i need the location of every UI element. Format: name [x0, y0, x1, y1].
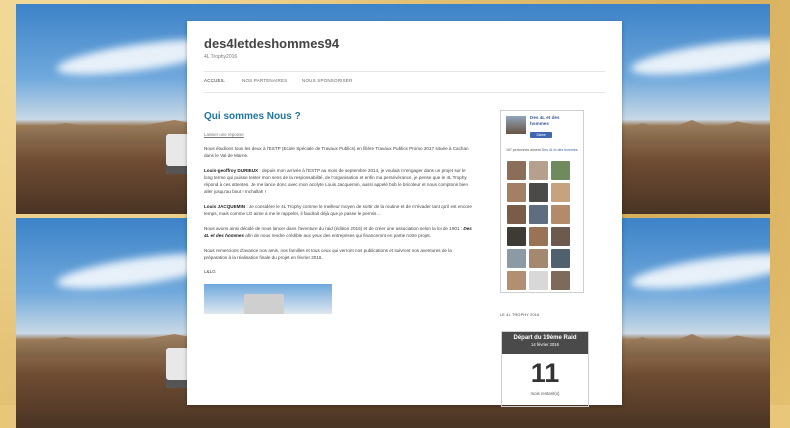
site-title[interactable]: des4letdeshommes94 [204, 36, 339, 51]
like-count-text: 167 personnes aiment [506, 148, 541, 152]
countdown-unit: mois restant(s) [530, 391, 560, 396]
facebook-fan-faces [507, 161, 577, 293]
fan-avatar[interactable] [529, 227, 548, 246]
main-navigation: ACCUEIL NOS PARTENAIRES NOUS SPONSORISER [204, 71, 605, 93]
like-count-link[interactable]: Des 4L et des hommes. [542, 148, 579, 152]
fan-avatar[interactable] [551, 183, 570, 202]
reply-link[interactable]: Laisser une réponse [204, 132, 474, 137]
fan-avatar[interactable] [529, 183, 548, 202]
facebook-page-widget: Des 4L et des hommes J'aime 167 personne… [500, 110, 584, 293]
author-text: : Je considère le 4L Trophy comme le mei… [204, 204, 472, 216]
nav-item-partenaires[interactable]: NOS PARTENAIRES [242, 78, 287, 83]
fan-avatar[interactable] [529, 249, 548, 268]
nav-item-accueil[interactable]: ACCUEIL [204, 78, 225, 83]
countdown-header: Départ du 19ème Raid 14 février 2016 [502, 332, 588, 354]
post-paragraph: Nous remercions d'avance nos amis, nos f… [204, 248, 452, 260]
fan-avatar[interactable] [507, 271, 526, 290]
facebook-page-thumbnail[interactable] [506, 116, 526, 134]
fan-avatar[interactable] [507, 249, 526, 268]
post-image [204, 284, 332, 314]
fan-avatar[interactable] [551, 161, 570, 180]
desert-photo-tile [620, 218, 770, 428]
countdown-title: Départ du 19ème Raid [513, 335, 577, 341]
paragraph-text: Nous avons ainsi décidé de nous lancer d… [204, 226, 463, 231]
countdown-value: 11 [530, 358, 560, 388]
fan-avatar[interactable] [507, 227, 526, 246]
fan-avatar[interactable] [529, 161, 548, 180]
post-signature: L&LG [204, 269, 216, 274]
fan-avatar[interactable] [529, 205, 548, 224]
fan-avatar[interactable] [551, 227, 570, 246]
fan-avatar[interactable] [507, 205, 526, 224]
fan-avatar[interactable] [551, 271, 570, 290]
desert-photo-tile [620, 4, 770, 214]
fan-avatar[interactable] [507, 161, 526, 180]
countdown-widget: Départ du 19ème Raid 14 février 2016 11 … [501, 331, 589, 407]
fan-avatar[interactable] [507, 183, 526, 202]
widget-title: LE 4L TROPHY 2016 [500, 313, 540, 317]
facebook-like-count: 167 personnes aiment Des 4L et des homme… [506, 148, 580, 153]
nav-item-sponsoriser[interactable]: NOUS SPONSORISER [302, 78, 352, 83]
post-paragraph: Nous étudions tous les deux à l'ESTP (Ec… [204, 146, 469, 158]
author-name: Louis-geoffroy DURIEUX [204, 168, 259, 173]
post-title[interactable]: Qui sommes Nous ? [204, 111, 474, 122]
countdown-date: 14 février 2016 [531, 342, 559, 347]
facebook-page-name[interactable]: Des 4L et des hommes [530, 115, 578, 126]
blog-page: des4letdeshommes94 4L Trophy2016 ACCUEIL… [187, 21, 622, 407]
fan-avatar[interactable] [551, 205, 570, 224]
post-paragraph: Louis JACQUEMIN : Je considère le 4L Tro… [204, 203, 474, 217]
fan-avatar[interactable] [529, 271, 548, 290]
fan-avatar[interactable] [551, 249, 570, 268]
paragraph-text: afin de nous rendre crédible aux yeux de… [245, 233, 431, 238]
facebook-like-button[interactable]: J'aime [530, 132, 552, 138]
site-tagline: 4L Trophy2016 [204, 54, 238, 60]
post-content: Qui sommes Nous ? Laisser une réponse No… [204, 111, 474, 314]
post-paragraph: Nous avons ainsi décidé de nous lancer d… [204, 225, 474, 239]
post-paragraph: Louis-geoffroy DURIEUX : depuis mon arri… [204, 167, 474, 195]
author-name: Louis JACQUEMIN [204, 204, 246, 209]
